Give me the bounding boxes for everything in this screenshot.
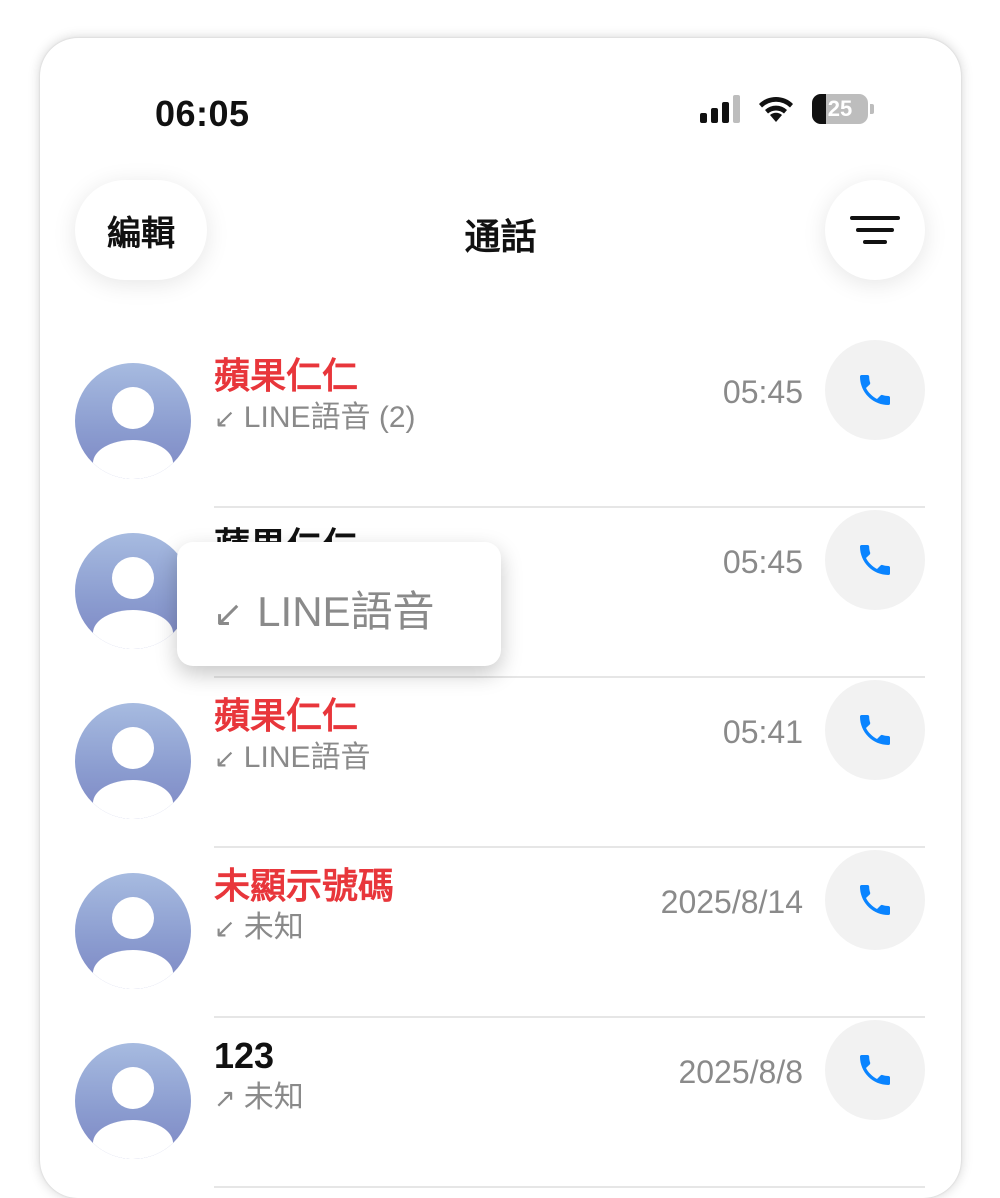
call-button[interactable]	[825, 850, 925, 950]
filter-icon	[850, 216, 900, 244]
status-icons: 25	[700, 94, 874, 124]
phone-icon	[860, 375, 890, 405]
phone-icon	[860, 885, 890, 915]
call-type-label: LINE語音	[243, 741, 371, 774]
contact-name: 蘋果仁仁	[214, 355, 359, 396]
call-row[interactable]: 123 ↗ 未知 2025/8/8	[40, 1018, 961, 1188]
call-time: 05:45	[722, 544, 803, 580]
call-button[interactable]	[825, 340, 925, 440]
page-title: 通話	[464, 216, 537, 257]
filter-button[interactable]	[825, 180, 925, 280]
phone-icon	[860, 545, 890, 575]
call-direction-icon: ↙	[214, 743, 236, 773]
contact-name: 未顯示號碼	[214, 865, 395, 906]
contact-avatar-icon	[75, 703, 191, 819]
call-time: 2025/8/14	[660, 884, 803, 920]
contact-avatar-icon	[75, 533, 191, 649]
row-divider	[214, 1186, 925, 1188]
call-detail: ↙LINE語音	[214, 740, 371, 776]
call-detail: ↗ 未知	[214, 1080, 304, 1116]
phone-icon	[860, 1055, 890, 1085]
call-direction-icon: ↙	[214, 403, 236, 433]
battery-icon: 25	[812, 94, 868, 124]
contact-avatar-icon	[75, 873, 191, 989]
call-button[interactable]	[825, 510, 925, 610]
wifi-icon	[759, 96, 793, 122]
call-type-label: LINE語音 (2)	[243, 401, 416, 434]
contact-avatar-icon	[75, 1043, 191, 1159]
call-time: 05:45	[722, 374, 803, 410]
call-button[interactable]	[825, 680, 925, 780]
call-row[interactable]: 蘋果仁仁 ↙ LINE語音 05:41	[40, 678, 961, 848]
call-time: 05:41	[722, 714, 803, 750]
phone-icon	[860, 715, 890, 745]
cellular-signal-icon	[700, 95, 740, 123]
battery-level: 25	[827, 96, 853, 121]
call-time: 2025/8/8	[678, 1054, 803, 1090]
popover-text: LINE語音	[257, 588, 435, 635]
call-detail: ↙ LINE語音 (2)	[214, 400, 416, 436]
call-row[interactable]: 未顯示號碼 ↙ 未知 2025/8/14	[40, 848, 961, 1018]
call-direction-icon: ↙	[214, 913, 236, 943]
call-detail: ↙ 未知	[214, 910, 304, 946]
call-button[interactable]	[825, 1020, 925, 1120]
call-direction-icon: ↗	[214, 1083, 236, 1113]
contact-name: 123	[214, 1035, 275, 1076]
contact-name: 蘋果仁仁	[214, 695, 359, 736]
status-time: 06:05	[155, 93, 250, 134]
call-row[interactable]: 蘋果仁仁 ↙ LINE語音 (2) 05:45	[40, 338, 961, 508]
incoming-arrow-icon: ↙	[213, 593, 244, 634]
call-type-label: 未知	[243, 911, 304, 944]
contact-avatar-icon	[75, 363, 191, 479]
call-type-popover: ↙ LINE語音	[177, 542, 501, 666]
call-type-label: 未知	[243, 1081, 304, 1114]
